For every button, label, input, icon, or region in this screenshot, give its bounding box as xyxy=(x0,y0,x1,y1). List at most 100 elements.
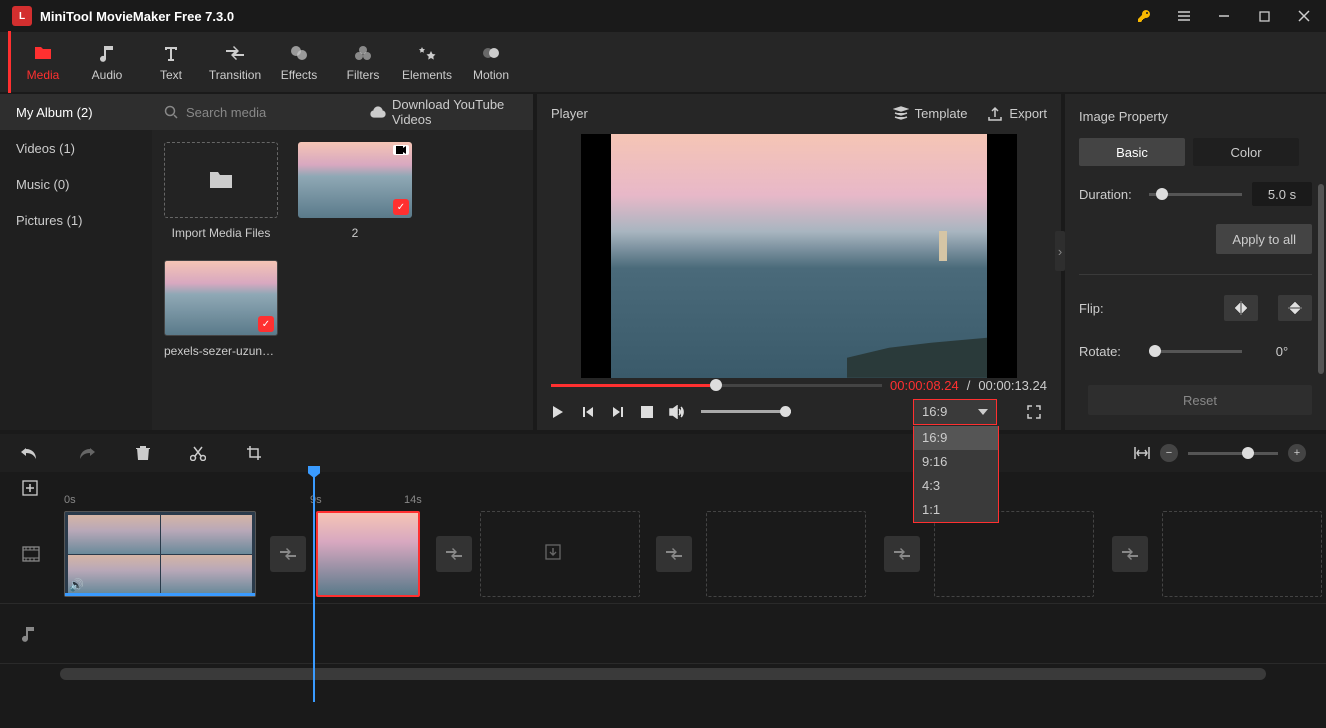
export-button[interactable]: Export xyxy=(987,106,1047,122)
tab-label: Media xyxy=(27,68,60,82)
template-icon xyxy=(893,106,909,122)
progress-slider[interactable] xyxy=(551,384,882,387)
menu-icon[interactable] xyxy=(1166,2,1202,30)
split-button[interactable] xyxy=(190,445,206,461)
download-icon xyxy=(545,544,561,560)
sidebar-item-music[interactable]: Music (0) xyxy=(0,166,152,202)
rotate-slider[interactable] xyxy=(1149,350,1242,353)
zoom-slider[interactable] xyxy=(1188,452,1278,455)
expand-handle[interactable]: › xyxy=(1055,231,1065,271)
minimize-button[interactable] xyxy=(1206,2,1242,30)
search-input[interactable] xyxy=(186,105,362,120)
props-tab-basic[interactable]: Basic xyxy=(1079,138,1185,166)
tab-elements[interactable]: Elements xyxy=(395,32,459,92)
props-tab-color[interactable]: Color xyxy=(1193,138,1299,166)
transition-slot[interactable] xyxy=(1112,536,1148,572)
template-button[interactable]: Template xyxy=(893,106,968,122)
tab-effects[interactable]: Effects xyxy=(267,32,331,92)
app-icon: L xyxy=(12,6,32,26)
aspect-option-1-1[interactable]: 1:1 xyxy=(914,498,998,522)
speaker-icon: 🔊 xyxy=(69,578,84,592)
aspect-option-16-9[interactable]: 16:9 xyxy=(914,426,998,450)
key-icon[interactable] xyxy=(1126,2,1162,30)
clip-placeholder[interactable] xyxy=(480,511,640,597)
zoom-in-button[interactable]: + xyxy=(1288,444,1306,462)
rotate-value[interactable]: 0° xyxy=(1252,339,1312,363)
duration-slider[interactable] xyxy=(1149,193,1242,196)
video-badge-icon xyxy=(393,145,409,155)
tab-transition[interactable]: Transition xyxy=(203,32,267,92)
player-panel: Player Template Export › xyxy=(537,94,1061,430)
fit-button[interactable] xyxy=(1134,446,1150,460)
undo-button[interactable] xyxy=(20,446,38,460)
folder-icon xyxy=(208,170,234,190)
import-label: Import Media Files xyxy=(164,226,278,240)
clip-placeholder[interactable] xyxy=(934,511,1094,597)
tab-filters[interactable]: Filters xyxy=(331,32,395,92)
transition-slot[interactable] xyxy=(270,536,306,572)
transition-icon xyxy=(226,42,244,64)
tab-audio[interactable]: Audio xyxy=(75,32,139,92)
apply-to-all-button[interactable]: Apply to all xyxy=(1216,224,1312,254)
tab-text[interactable]: Text xyxy=(139,32,203,92)
reset-button[interactable]: Reset xyxy=(1088,385,1312,415)
media-item[interactable]: ✓ pexels-sezer-uzuno... xyxy=(164,260,278,358)
close-button[interactable] xyxy=(1286,2,1322,30)
download-youtube-link[interactable]: Download YouTube Videos xyxy=(370,97,521,127)
tab-label: Text xyxy=(160,68,182,82)
sidebar-item-videos[interactable]: Videos (1) xyxy=(0,130,152,166)
transition-slot[interactable] xyxy=(884,536,920,572)
props-title: Image Property xyxy=(1065,94,1326,138)
transition-slot[interactable] xyxy=(656,536,692,572)
aspect-dropdown: 16:9 9:16 4:3 1:1 xyxy=(913,426,999,523)
stop-button[interactable] xyxy=(641,406,653,418)
fullscreen-button[interactable] xyxy=(1021,399,1047,425)
time-current: 00:00:08.24 xyxy=(890,378,959,393)
volume-button[interactable] xyxy=(669,405,685,419)
next-frame-button[interactable] xyxy=(611,405,625,419)
transition-slot[interactable] xyxy=(436,536,472,572)
tab-label: Motion xyxy=(473,68,509,82)
duration-value[interactable]: 5.0 s xyxy=(1252,182,1312,206)
media-item[interactable]: ✓ 2 xyxy=(298,142,412,240)
timeline-clip-selected[interactable] xyxy=(316,511,420,597)
add-track-button[interactable] xyxy=(22,480,56,496)
check-icon: ✓ xyxy=(258,316,274,332)
sidebar-item-label: Pictures (1) xyxy=(16,213,82,228)
sidebar-item-pictures[interactable]: Pictures (1) xyxy=(0,202,152,238)
redo-button[interactable] xyxy=(78,446,96,460)
chevron-down-icon xyxy=(978,409,988,415)
import-media-button[interactable]: Import Media Files xyxy=(164,142,278,240)
horizontal-scrollbar[interactable] xyxy=(60,668,1266,680)
timeline-clip[interactable]: 🔊 xyxy=(64,511,256,597)
flip-vertical-button[interactable] xyxy=(1278,295,1312,321)
zoom-out-button[interactable]: − xyxy=(1160,444,1178,462)
volume-slider[interactable] xyxy=(701,410,791,413)
tab-media[interactable]: Media xyxy=(11,32,75,92)
prev-frame-button[interactable] xyxy=(581,405,595,419)
playhead[interactable] xyxy=(313,472,315,702)
aspect-option-4-3[interactable]: 4:3 xyxy=(914,474,998,498)
app-title: MiniTool MovieMaker Free 7.3.0 xyxy=(40,9,234,24)
aspect-ratio-select[interactable]: 16:9 16:9 9:16 4:3 1:1 xyxy=(913,399,997,425)
tab-label: Transition xyxy=(209,68,261,82)
media-panel: My Album (2) Videos (1) Music (0) Pictur… xyxy=(0,94,533,430)
media-item-label: 2 xyxy=(298,226,412,240)
play-button[interactable] xyxy=(551,405,565,419)
template-label: Template xyxy=(915,106,968,121)
tab-motion[interactable]: Motion xyxy=(459,32,523,92)
rotate-label: Rotate: xyxy=(1079,344,1149,359)
flip-horizontal-button[interactable] xyxy=(1224,295,1258,321)
tab-label: Elements xyxy=(402,68,452,82)
sidebar-item-myalbum[interactable]: My Album (2) xyxy=(0,94,152,130)
aspect-option-9-16[interactable]: 9:16 xyxy=(914,450,998,474)
crop-button[interactable] xyxy=(246,445,262,461)
scrollbar[interactable] xyxy=(1318,184,1324,374)
delete-button[interactable] xyxy=(136,445,150,461)
maximize-button[interactable] xyxy=(1246,2,1282,30)
clip-placeholder[interactable] xyxy=(706,511,866,597)
time-total: 00:00:13.24 xyxy=(978,378,1047,393)
clip-placeholder[interactable] xyxy=(1162,511,1322,597)
text-icon xyxy=(163,42,179,64)
timeline: 0s 9s 14s 🔊 xyxy=(0,472,1326,680)
